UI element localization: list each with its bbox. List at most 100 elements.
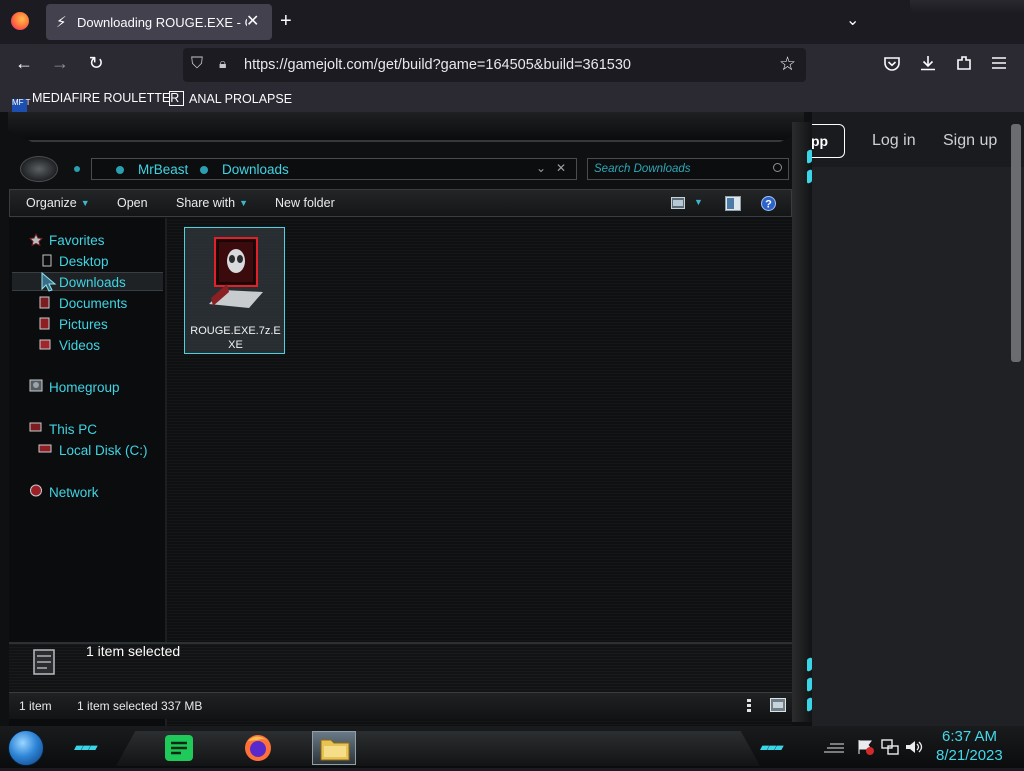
breadcrumb-mrbeast[interactable]: MrBeast xyxy=(138,162,188,177)
clock-date[interactable]: 8/21/2023 xyxy=(936,747,1003,764)
window-top-frame xyxy=(8,112,804,142)
frame-accent xyxy=(807,697,812,712)
pocket-icon[interactable] xyxy=(883,56,901,72)
open-button[interactable]: Open xyxy=(117,196,148,210)
this-pc-icon xyxy=(29,422,42,432)
site-header: pp Log in Sign up xyxy=(800,112,1024,167)
search-input[interactable]: Search Downloads xyxy=(587,158,789,180)
network-icon xyxy=(30,484,42,497)
browser-tab-active[interactable]: ⚡ Downloading ROUGE.EXE - Gar ✕ xyxy=(46,4,272,40)
url-bar[interactable]: ⛉ 🔒︎ https://gamejolt.com/get/build?game… xyxy=(183,48,806,82)
frame-accent xyxy=(807,169,812,184)
reload-button[interactable]: ↻ xyxy=(84,53,108,74)
url-text[interactable]: https://gamejolt.com/get/build?game=1645… xyxy=(244,57,631,73)
action-center-flag-icon[interactable] xyxy=(857,739,875,755)
volume-icon[interactable] xyxy=(905,739,923,755)
frame-accent xyxy=(807,677,812,692)
share-with-button[interactable]: Share with ▼ xyxy=(176,196,248,210)
nav-local-disk[interactable]: Local Disk (C:) xyxy=(59,443,148,458)
nav-videos[interactable]: Videos xyxy=(59,338,100,353)
details-selection-text: 1 item selected xyxy=(86,643,181,659)
window-right-frame xyxy=(792,122,812,722)
help-icon[interactable]: ? xyxy=(761,196,776,211)
nav-homegroup[interactable]: Homegroup xyxy=(49,380,120,395)
start-button[interactable] xyxy=(8,730,44,766)
search-icon[interactable] xyxy=(773,163,782,172)
tab-close-icon[interactable]: ✕ xyxy=(246,11,259,31)
firefox-logo-icon[interactable] xyxy=(11,12,29,30)
large-icons-view-icon[interactable] xyxy=(770,698,786,712)
nav-network[interactable]: Network xyxy=(49,485,99,500)
bookmark-anal-prolapse[interactable]: ANAL PROLAPSE xyxy=(169,91,292,106)
nav-favorites[interactable]: Favorites xyxy=(49,233,105,248)
back-button[interactable]: ← xyxy=(12,53,36,74)
status-selection-size: 1 item selected 337 MB xyxy=(77,699,203,713)
svg-text:?: ? xyxy=(765,199,772,211)
pictures-icon xyxy=(39,317,50,330)
favorites-star-icon xyxy=(29,233,43,246)
new-tab-button[interactable]: + xyxy=(280,10,292,33)
details-view-icon[interactable] xyxy=(745,698,753,714)
breadcrumb-separator-icon xyxy=(200,166,208,174)
taskbar-accent: ▰▰▰ xyxy=(760,740,784,754)
breadcrumb-downloads[interactable]: Downloads xyxy=(222,162,289,177)
alienware-exe-icon xyxy=(209,237,263,308)
taskbar-deck xyxy=(116,731,760,766)
folder-icon xyxy=(320,739,350,761)
address-dropdown-icon[interactable]: ⌄ xyxy=(536,161,546,175)
taskbar-explorer-active[interactable] xyxy=(312,731,356,765)
recent-locations-dot[interactable] xyxy=(74,166,80,172)
nav-pictures[interactable]: Pictures xyxy=(59,317,108,332)
tab-strip: ⚡ Downloading ROUGE.EXE - Gar ✕ + ⌄ xyxy=(0,0,1024,44)
organize-button[interactable]: Organize ▼ xyxy=(26,196,90,210)
page-favicon-icon xyxy=(169,91,184,106)
green-notes-app-icon xyxy=(165,735,193,761)
view-dropdown-icon[interactable]: ▼ xyxy=(694,197,703,207)
list-all-tabs-button[interactable]: ⌄ xyxy=(846,10,859,30)
selected-file-thumbnail-icon xyxy=(33,649,55,675)
gamejolt-bolt-icon: ⚡ xyxy=(56,14,67,31)
tracking-protection-shield-icon[interactable]: ⛉ xyxy=(191,55,203,73)
frame-accent xyxy=(807,149,812,164)
nav-documents[interactable]: Documents xyxy=(59,296,127,311)
forward-button[interactable]: → xyxy=(48,53,72,74)
theme-decoration xyxy=(910,0,1024,14)
lock-icon[interactable]: 🔒︎ xyxy=(219,55,226,72)
nav-this-pc[interactable]: This PC xyxy=(49,422,97,437)
search-placeholder: Search Downloads xyxy=(594,163,691,175)
new-folder-button[interactable]: New folder xyxy=(275,196,335,210)
status-item-count: 1 item xyxy=(19,699,52,713)
back-forward-orb[interactable] xyxy=(20,156,58,182)
nav-desktop[interactable]: Desktop xyxy=(59,254,109,269)
clock-time[interactable]: 6:37 AM xyxy=(942,728,997,745)
local-disk-icon xyxy=(38,444,52,453)
file-name: ROUGE.EXE.7z.EXE xyxy=(190,325,281,351)
network-tray-icon[interactable] xyxy=(881,739,899,755)
bookmarks-toolbar: MF TMEDIAFIRE ROULETTER ANAL PROLAPSE xyxy=(0,86,1024,114)
bookmark-star-icon[interactable]: ☆ xyxy=(779,53,796,76)
signup-link[interactable]: Sign up xyxy=(943,132,997,150)
preview-pane-icon[interactable] xyxy=(725,196,741,211)
taskbar-firefox[interactable] xyxy=(236,731,280,765)
nav-downloads[interactable]: Downloads xyxy=(59,275,126,290)
address-clear-icon[interactable]: ✕ xyxy=(556,161,566,175)
frame-accent xyxy=(807,657,812,672)
tab-title: Downloading ROUGE.EXE - Gar xyxy=(77,15,247,30)
page-scrollbar-thumb[interactable] xyxy=(1011,124,1021,362)
desktop-icon xyxy=(42,254,52,267)
menu-hamburger-icon[interactable] xyxy=(991,56,1007,70)
documents-icon xyxy=(39,296,50,309)
navigation-toolbar: ← → ↻ ⛉ 🔒︎ https://gamejolt.com/get/buil… xyxy=(0,44,1024,86)
show-hidden-icons-icon[interactable] xyxy=(822,740,846,754)
address-bar[interactable]: MrBeast Downloads ⌄ ✕ xyxy=(91,158,577,180)
downloads-icon[interactable] xyxy=(919,54,937,72)
login-link[interactable]: Log in xyxy=(872,132,916,150)
file-item-selected[interactable]: ROUGE.EXE.7z.EXE xyxy=(184,227,285,354)
view-options-icon[interactable] xyxy=(671,197,685,209)
extensions-icon[interactable] xyxy=(955,54,973,72)
taskbar-spotify-like-app[interactable] xyxy=(158,731,202,765)
videos-icon xyxy=(39,339,51,350)
breadcrumb-separator-icon xyxy=(116,166,124,174)
taskbar-accent: ▰▰▰ xyxy=(74,740,98,754)
bookmark-mediafire[interactable]: MF TMEDIAFIRE ROULETTER xyxy=(12,91,179,114)
